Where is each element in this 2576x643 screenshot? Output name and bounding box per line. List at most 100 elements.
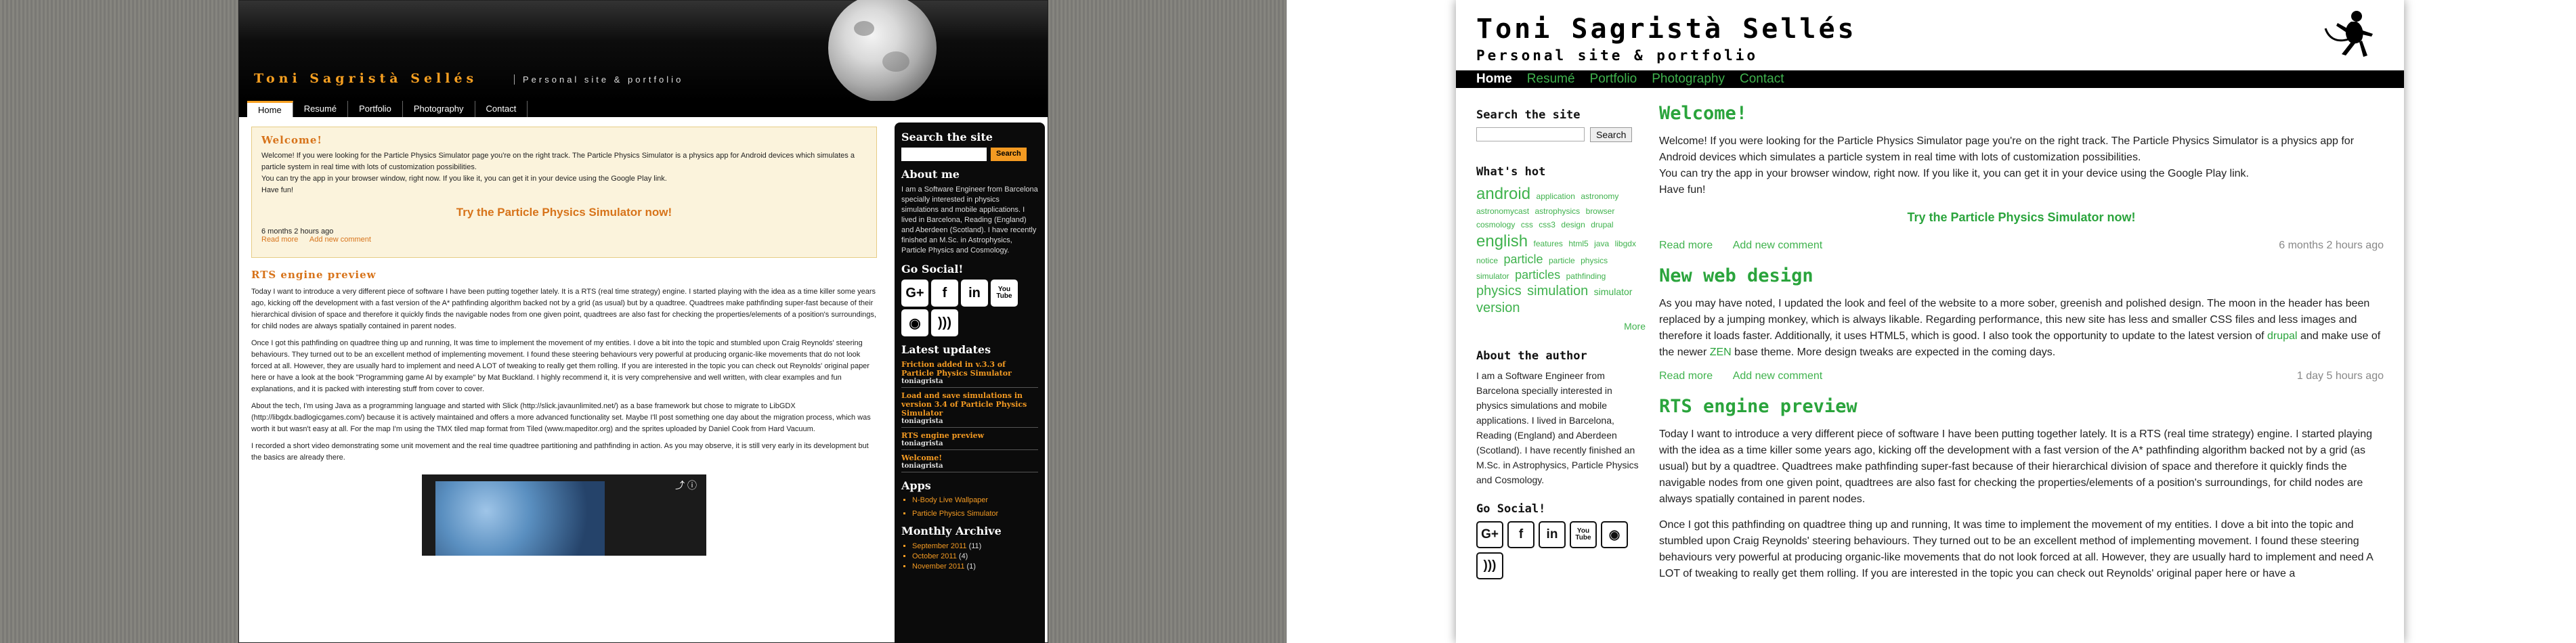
archive-item[interactable]: November 2011 (1) <box>912 562 1038 572</box>
old-search-button[interactable]: Search <box>991 148 1027 161</box>
old-nav-photography[interactable]: Photography <box>403 101 475 117</box>
drupal-link[interactable]: drupal <box>2267 330 2297 342</box>
tag-link[interactable]: css3 <box>1539 220 1555 229</box>
rts-video-player[interactable]: ⤴ ⓘ <box>422 474 706 556</box>
camera-icon[interactable]: ◉ <box>901 309 928 336</box>
add-comment-link[interactable]: Add new comment <box>1733 240 1823 251</box>
old-simulator-link[interactable]: Try the Particle Physics Simulator now! <box>261 206 867 219</box>
google-plus-icon[interactable]: G+ <box>1476 521 1503 548</box>
new-nav-contact[interactable]: Contact <box>1740 70 1784 88</box>
update-author: toniagrista <box>901 440 1038 450</box>
old-nav-contact[interactable]: Contact <box>475 101 528 117</box>
old-welcome-p3: Have fun! <box>261 186 294 194</box>
old-nav-resume[interactable]: Resumé <box>293 101 349 117</box>
tag-link[interactable]: java <box>1594 239 1609 248</box>
read-more-link[interactable]: Read more <box>1659 370 1713 382</box>
new-nav-photography[interactable]: Photography <box>1652 70 1725 88</box>
old-site-title[interactable]: Toni Sagristà Sellés <box>254 71 477 86</box>
new-search-input[interactable] <box>1476 127 1585 141</box>
tag-link[interactable]: particle <box>1503 252 1543 266</box>
tag-cloud-more-link[interactable]: More <box>1476 321 1646 332</box>
app-link[interactable]: N-Body Live Wallpaper <box>912 496 1038 504</box>
video-thumbnail <box>435 481 605 556</box>
new-nav-portfolio[interactable]: Portfolio <box>1590 70 1637 88</box>
tag-link[interactable]: cosmology <box>1476 220 1515 229</box>
old-rts-title[interactable]: RTS engine preview <box>251 269 877 281</box>
tag-link[interactable]: features <box>1534 239 1563 248</box>
tag-link[interactable]: simulator <box>1594 286 1633 297</box>
update-link[interactable]: Welcome! <box>901 453 1038 462</box>
old-nav-portfolio[interactable]: Portfolio <box>348 101 403 117</box>
update-link[interactable]: RTS engine preview <box>901 431 1038 440</box>
old-updates-list: Friction added in v.3.3 of Particle Phys… <box>901 360 1038 472</box>
tag-link[interactable]: particles <box>1515 268 1560 282</box>
rss-icon[interactable]: ))) <box>931 309 958 336</box>
rts-title[interactable]: RTS engine preview <box>1659 396 2384 417</box>
design-p1: As you may have noted, I updated the loo… <box>1659 298 2381 358</box>
new-nav-resume[interactable]: Resumé <box>1527 70 1575 88</box>
google-plus-icon[interactable]: G+ <box>901 280 928 307</box>
app-link[interactable]: Particle Physics Simulator <box>912 510 1038 518</box>
add-comment-link[interactable]: Add new comment <box>1733 370 1823 382</box>
tag-link[interactable]: version <box>1476 301 1520 315</box>
new-search-button[interactable]: Search <box>1590 127 1633 142</box>
tag-link[interactable]: particle <box>1549 256 1575 265</box>
old-main-nav: Home Resumé Portfolio Photography Contac… <box>239 101 1048 117</box>
old-nav-home[interactable]: Home <box>247 101 293 117</box>
old-welcome-title[interactable]: Welcome! <box>261 134 867 146</box>
old-site-slogan: Personal site & portfolio <box>514 74 683 85</box>
tag-link[interactable]: astronomy <box>1581 192 1618 201</box>
archive-item[interactable]: October 2011 (4) <box>912 552 1038 562</box>
rss-icon[interactable]: ))) <box>1476 552 1503 579</box>
facebook-icon[interactable]: f <box>931 280 958 307</box>
new-sidebar: Search the site Search What's hot androi… <box>1476 108 1646 579</box>
whats-hot-heading: What's hot <box>1476 165 1546 179</box>
old-welcome-time: 6 months 2 hours ago <box>261 227 334 236</box>
tag-link[interactable]: english <box>1476 232 1528 250</box>
linkedin-icon[interactable]: in <box>961 280 988 307</box>
tag-link[interactable]: design <box>1561 220 1585 229</box>
old-about-text: I am a Software Engineer from Barcelona … <box>901 185 1038 254</box>
welcome-p2: You can try the app in your browser wind… <box>1659 168 2249 179</box>
tag-link[interactable]: simulation <box>1527 284 1588 298</box>
simulator-link[interactable]: Try the Particle Physics Simulator now! <box>1659 210 2384 225</box>
design-title[interactable]: New web design <box>1659 265 2384 286</box>
tag-link[interactable]: astrophysics <box>1534 206 1580 216</box>
new-site-title[interactable]: Toni Sagristà Sellés <box>1476 14 1857 45</box>
tag-link[interactable]: html5 <box>1568 239 1588 248</box>
tag-link[interactable]: application <box>1537 192 1575 201</box>
share-icon[interactable]: ⤴ ⓘ <box>675 479 697 492</box>
read-more-link[interactable]: Read more <box>1659 240 1713 251</box>
welcome-title[interactable]: Welcome! <box>1659 103 2384 124</box>
update-link[interactable]: Friction added in v.3.3 of Particle Phys… <box>901 360 1038 378</box>
tag-link[interactable]: drupal <box>1591 220 1613 229</box>
tag-link[interactable]: css <box>1521 220 1533 229</box>
archive-item[interactable]: September 2011 (11) <box>912 541 1038 552</box>
new-theme-screenshot: Toni Sagristà Sellés Personal site & por… <box>1287 0 2576 643</box>
old-add-comment-link[interactable]: Add new comment <box>309 236 371 244</box>
old-read-more-link[interactable]: Read more <box>261 236 298 244</box>
new-nav-home[interactable]: Home <box>1476 70 1512 88</box>
tag-link[interactable]: physics <box>1476 284 1522 298</box>
old-search-input[interactable] <box>901 148 987 161</box>
rts-post: RTS engine preview Today I want to intro… <box>1659 396 2384 582</box>
welcome-post: Welcome! Welcome! If you were looking fo… <box>1659 103 2384 252</box>
tag-link[interactable]: libgdx <box>1615 239 1636 248</box>
tag-link[interactable]: astronomycast <box>1476 206 1529 216</box>
update-link[interactable]: Load and save simulations in version 3.4… <box>901 391 1038 418</box>
facebook-icon[interactable]: f <box>1507 521 1534 548</box>
camera-icon[interactable]: ◉ <box>1601 521 1628 548</box>
moon-image <box>828 0 937 102</box>
new-site-page: Toni Sagristà Sellés Personal site & por… <box>1456 0 2404 643</box>
tag-link[interactable]: android <box>1476 185 1530 203</box>
new-main-content: Welcome! Welcome! If you were looking fo… <box>1659 103 2384 582</box>
jumping-monkey-logo <box>2324 11 2373 57</box>
tag-link[interactable]: browser <box>1586 206 1615 216</box>
youtube-icon[interactable]: You Tube <box>991 280 1018 307</box>
zen-link[interactable]: ZEN <box>1710 347 1732 358</box>
youtube-icon[interactable]: You Tube <box>1570 521 1597 548</box>
linkedin-icon[interactable]: in <box>1539 521 1566 548</box>
new-search-heading: Search the site <box>1476 108 1581 122</box>
tag-link[interactable]: pathfinding <box>1566 271 1606 281</box>
tag-link[interactable]: notice <box>1476 256 1498 265</box>
